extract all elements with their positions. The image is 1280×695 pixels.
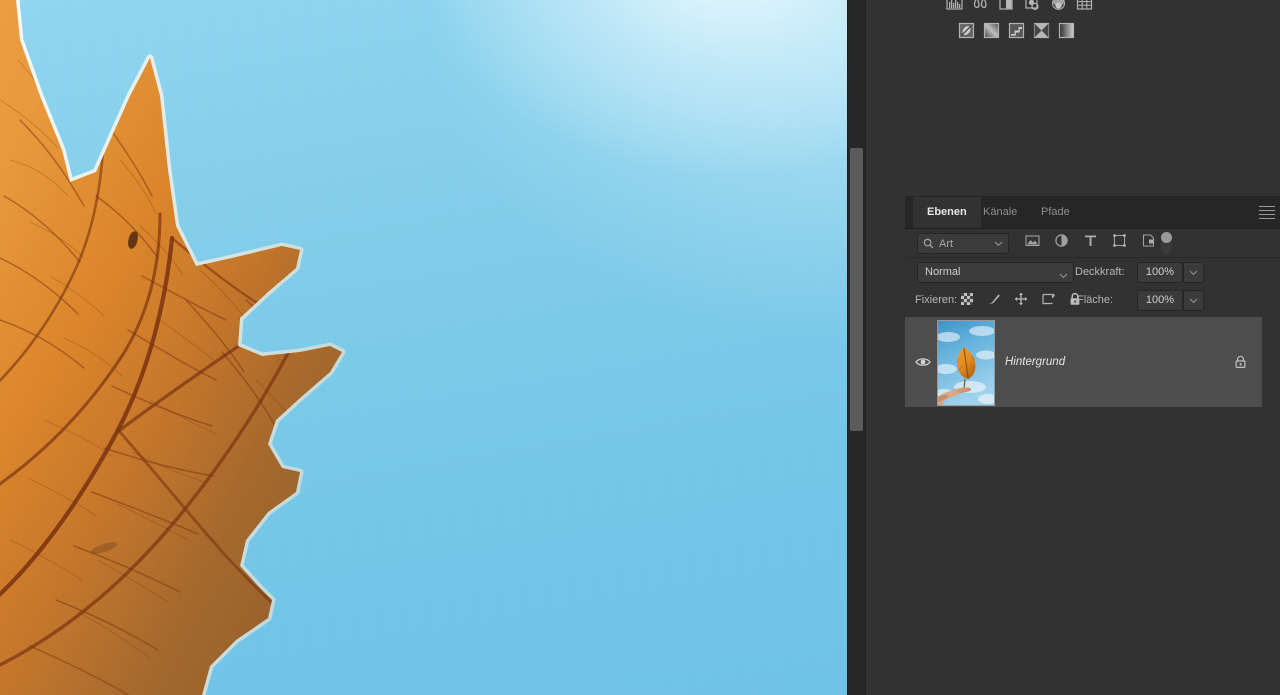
lock-icon[interactable] (1234, 355, 1247, 369)
lock-image-icon[interactable] (987, 292, 1001, 306)
adjustments-row-2 (958, 22, 1075, 39)
canvas-vertical-scrollbar[interactable] (847, 0, 866, 695)
lock-position-icon[interactable] (1014, 292, 1028, 306)
gradient-map-icon[interactable] (1033, 22, 1050, 39)
autumn-leaf-photo (0, 0, 847, 695)
adjustments-panel (905, 0, 1280, 197)
fill-label: Fläche: (1077, 294, 1114, 306)
layer-list: Hintergrund (905, 317, 1280, 407)
selective-color-icon[interactable] (1058, 22, 1075, 39)
chevron-down-icon[interactable] (994, 239, 1003, 248)
blend-mode-row: Normal Deckkraft: 100% (905, 258, 1280, 286)
layer-filter-row: Art (905, 229, 1280, 258)
right-dock: Ebenen Känale Pfade Art Normal Deckkraft… (905, 0, 1280, 695)
layer-thumbnail[interactable] (937, 320, 995, 406)
levels-icon[interactable] (946, 0, 963, 13)
lock-row: Fixieren: Fläche: 100% (905, 286, 1280, 314)
search-icon (923, 238, 934, 249)
fill-stepper-button[interactable] (1183, 290, 1204, 311)
filter-type-icons (1025, 233, 1156, 248)
layer-kind-filter[interactable]: Art (917, 233, 1009, 254)
dock-gap-column (865, 0, 907, 695)
scrollbar-thumb[interactable] (850, 148, 863, 431)
tab-pfade[interactable]: Pfade (1027, 197, 1084, 228)
opacity-stepper-button[interactable] (1183, 262, 1204, 283)
filter-smart-object-icon[interactable] (1141, 233, 1156, 248)
opacity-label: Deckkraft: (1075, 266, 1125, 278)
blend-mode-value: Normal (925, 266, 961, 278)
curves-icon[interactable] (972, 0, 989, 13)
filter-type-icon[interactable] (1083, 233, 1098, 248)
filter-adjustment-icon[interactable] (1054, 233, 1069, 248)
photoshop-window: Ebenen Känale Pfade Art Normal Deckkraft… (0, 0, 1280, 695)
blend-mode-select[interactable]: Normal (917, 262, 1074, 283)
fill-input[interactable]: 100% (1137, 290, 1183, 311)
lock-buttons (960, 292, 1082, 306)
channel-mixer-icon[interactable] (1076, 0, 1093, 13)
panel-tabbar: Ebenen Känale Pfade (905, 197, 1280, 229)
layers-panel: Ebenen Känale Pfade Art Normal Deckkraft… (905, 197, 1280, 695)
document-canvas[interactable] (0, 0, 847, 695)
opacity-input[interactable]: 100% (1137, 262, 1183, 283)
invert-icon[interactable] (958, 22, 975, 39)
filter-enable-toggle[interactable] (1161, 232, 1172, 254)
chevron-down-icon[interactable] (1059, 268, 1068, 279)
lock-transparency-icon[interactable] (960, 292, 974, 306)
lock-artboard-icon[interactable] (1041, 292, 1056, 306)
threshold-icon[interactable] (1008, 22, 1025, 39)
tab-kanaele[interactable]: Känale (969, 197, 1031, 228)
eye-icon[interactable] (915, 355, 931, 369)
vibrance-icon[interactable] (1024, 0, 1041, 13)
filter-pixel-icon[interactable] (1025, 233, 1040, 248)
adjustments-row-1 (946, 0, 1093, 13)
posterize-icon[interactable] (983, 22, 1000, 39)
layer-kind-value: Art (939, 237, 954, 250)
filter-shape-icon[interactable] (1112, 233, 1127, 248)
table-row[interactable]: Hintergrund (905, 317, 1262, 407)
color-balance-icon[interactable] (1050, 0, 1067, 13)
panel-menu-icon[interactable] (1259, 206, 1275, 220)
exposure-icon[interactable] (998, 0, 1015, 13)
lock-label: Fixieren: (915, 294, 958, 306)
layer-name[interactable]: Hintergrund (1005, 317, 1065, 407)
